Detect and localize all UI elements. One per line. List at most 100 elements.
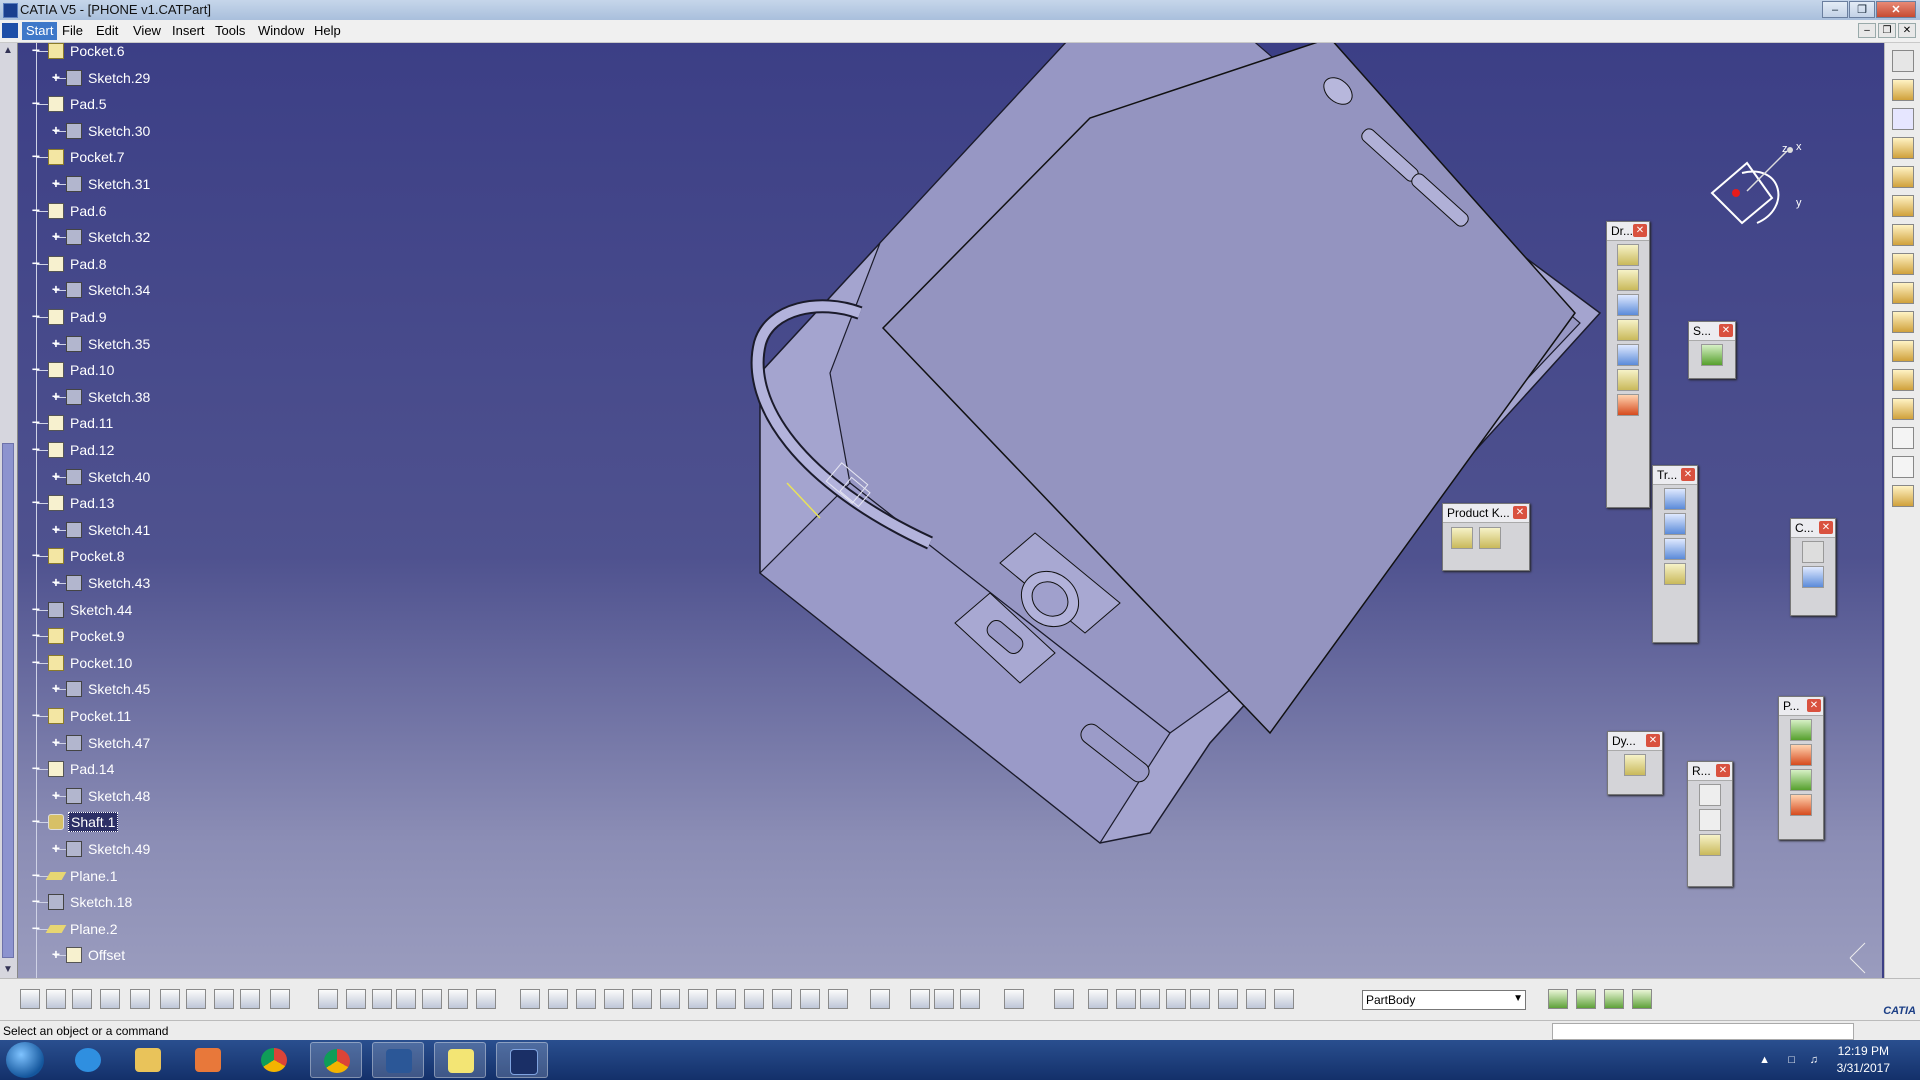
redo-icon[interactable]	[240, 989, 260, 1009]
phone-model[interactable]	[0, 43, 1882, 978]
analysis-icon[interactable]	[1116, 989, 1136, 1009]
list-icon[interactable]	[476, 989, 496, 1009]
tree-node[interactable]: − Plane.2	[32, 919, 119, 939]
paste-icon[interactable]	[186, 989, 206, 1009]
slot-icon[interactable]	[1617, 394, 1639, 416]
collapse-icon[interactable]: −	[30, 628, 42, 642]
transform-toolbar[interactable]: Tr... ✕	[1652, 465, 1698, 643]
tree-node[interactable]: − Pocket.10	[32, 653, 134, 673]
tree-node[interactable]: + Sketch.32	[52, 227, 152, 247]
rib-tool-icon[interactable]	[1892, 253, 1914, 275]
hide-show-icon[interactable]	[800, 989, 820, 1009]
tree-node[interactable]: − Sketch.18	[32, 892, 134, 912]
network-icon[interactable]: □	[1788, 1054, 1795, 1066]
tree-node[interactable]: + Sketch.43	[52, 573, 152, 593]
constraint-defined-icon[interactable]	[1802, 566, 1824, 588]
reference-toolbar-close[interactable]: ✕	[1716, 764, 1730, 777]
swap-icon[interactable]	[828, 989, 848, 1009]
translation-icon[interactable]	[1664, 488, 1686, 510]
tree-node[interactable]: − Pad.5	[32, 94, 109, 114]
doc-close-button[interactable]: ✕	[1898, 23, 1916, 38]
dimension-icon[interactable]	[1166, 989, 1186, 1009]
inertia-icon[interactable]	[934, 989, 954, 1009]
expand-icon[interactable]: +	[50, 389, 62, 403]
transform-toolbar-close[interactable]: ✕	[1681, 468, 1695, 481]
menu-help[interactable]: Help	[314, 23, 341, 38]
boolean-add-icon[interactable]	[1790, 769, 1812, 791]
shading-icon[interactable]	[772, 989, 792, 1009]
collapse-icon[interactable]: −	[30, 362, 42, 376]
3d-icon[interactable]	[1190, 989, 1210, 1009]
pattern-icon[interactable]	[1664, 538, 1686, 560]
open-icon[interactable]	[46, 989, 66, 1009]
constraint-icon[interactable]	[1802, 541, 1824, 563]
expand-icon[interactable]: +	[50, 123, 62, 137]
shaft-icon[interactable]	[1617, 294, 1639, 316]
compass-widget[interactable]: x y z	[1702, 141, 1822, 243]
rib-icon[interactable]	[1617, 369, 1639, 391]
menu-start[interactable]: Start	[22, 22, 58, 40]
constraints-toolbar[interactable]: C... ✕	[1790, 518, 1836, 616]
fillet-tool-icon[interactable]	[1892, 282, 1914, 304]
tree-node[interactable]: − Pocket.7	[32, 147, 126, 167]
apply-material-icon-2[interactable]	[960, 989, 980, 1009]
tree-node[interactable]: + Sketch.48	[52, 786, 152, 806]
tree-node[interactable]: − Pocket.9	[32, 626, 126, 646]
constraints-toolbar-close[interactable]: ✕	[1819, 521, 1833, 534]
dynamic-toolbar[interactable]: Dy... ✕	[1607, 731, 1663, 795]
shaft-tool-icon[interactable]	[1892, 195, 1914, 217]
tree-node[interactable]: − Pad.11	[32, 413, 115, 433]
product-knowledge-toolbar[interactable]: Product K... ✕	[1442, 503, 1530, 571]
analysis-tool-icon[interactable]	[1604, 989, 1624, 1009]
select-icon[interactable]	[520, 989, 540, 1009]
zoom-out-icon[interactable]	[660, 989, 680, 1009]
collapse-icon[interactable]: −	[30, 655, 42, 669]
collapse-icon[interactable]: −	[30, 203, 42, 217]
axis-icon[interactable]	[1140, 989, 1160, 1009]
collapse-icon[interactable]: −	[30, 96, 42, 110]
reference-toolbar[interactable]: R... ✕	[1687, 761, 1733, 887]
tree-node[interactable]: − Pad.6	[32, 201, 109, 221]
collapse-icon[interactable]: −	[30, 415, 42, 429]
tree-node[interactable]: − Sketch.44	[32, 600, 134, 620]
cut-icon[interactable]	[130, 989, 150, 1009]
undo-icon[interactable]	[214, 989, 234, 1009]
point-icon[interactable]	[1699, 784, 1721, 806]
dynamic-sectioning-icon[interactable]	[1624, 754, 1646, 776]
groove-icon[interactable]	[1617, 319, 1639, 341]
line-icon[interactable]	[1699, 809, 1721, 831]
comment-icon[interactable]	[346, 989, 366, 1009]
drafting-toolbar-close[interactable]: ✕	[1633, 224, 1647, 237]
scroll-thumb[interactable]	[2, 443, 14, 958]
expand-icon[interactable]: +	[50, 70, 62, 84]
whats-this-icon[interactable]	[270, 989, 290, 1009]
collapse-icon[interactable]: −	[30, 548, 42, 562]
part-body-toolbar[interactable]: P... ✕	[1778, 696, 1824, 840]
expand-icon[interactable]: +	[50, 575, 62, 589]
doc-restore-button[interactable]: ❐	[1878, 23, 1896, 38]
expand-icon[interactable]: +	[50, 522, 62, 536]
tree-node[interactable]: − Pocket.8	[32, 546, 126, 566]
dynamic-toolbar-close[interactable]: ✕	[1646, 734, 1660, 747]
tree-node[interactable]: + Sketch.47	[52, 733, 152, 753]
expand-icon[interactable]: +	[50, 681, 62, 695]
doc-minimize-button[interactable]: –	[1858, 23, 1876, 38]
pad-icon[interactable]	[1617, 244, 1639, 266]
tree-node[interactable]: + Sketch.45	[52, 679, 152, 699]
drafting-toolbar[interactable]: Dr... ✕	[1606, 221, 1650, 508]
hole-icon[interactable]	[1617, 344, 1639, 366]
tree-node[interactable]: − Pad.8	[32, 254, 109, 274]
product-knowledge-toolbar-close[interactable]: ✕	[1513, 506, 1527, 519]
expand-icon[interactable]: +	[50, 176, 62, 190]
taskbar-chrome[interactable]	[248, 1042, 300, 1078]
menu-file[interactable]: File	[62, 23, 83, 38]
menu-edit[interactable]: Edit	[96, 23, 118, 38]
taskbar-media[interactable]	[182, 1042, 234, 1078]
taskbar-word[interactable]	[372, 1042, 424, 1078]
hole-tool-icon[interactable]	[1892, 224, 1914, 246]
chamfer-tool-icon[interactable]	[1892, 311, 1914, 333]
color-map-icon[interactable]	[1632, 989, 1652, 1009]
new-icon[interactable]	[20, 989, 40, 1009]
constraint-icon-2[interactable]	[1218, 989, 1238, 1009]
pocket-icon[interactable]	[1617, 269, 1639, 291]
